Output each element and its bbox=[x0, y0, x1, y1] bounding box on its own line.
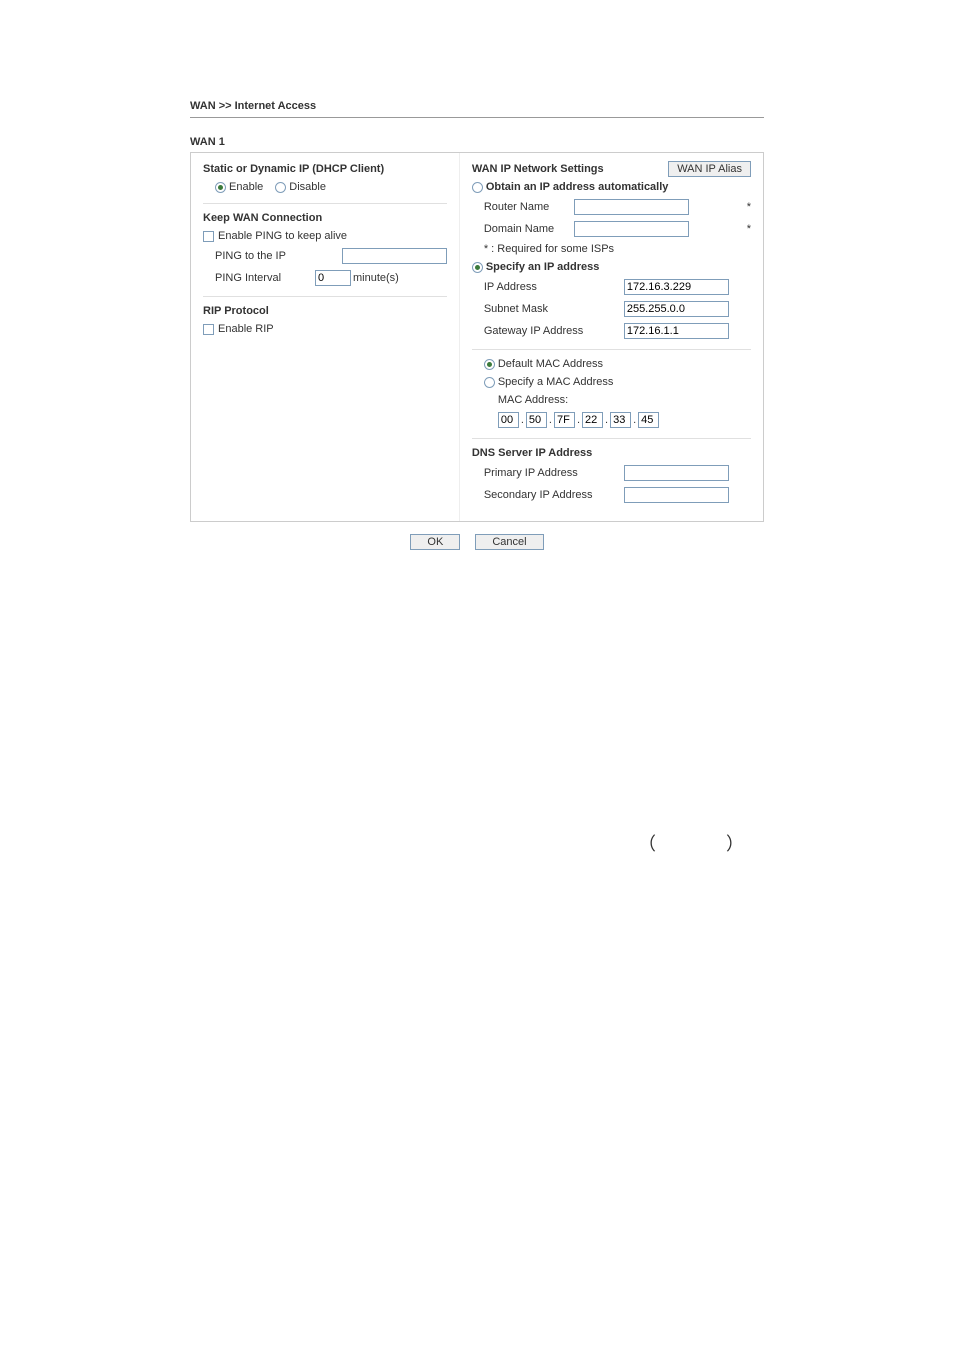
left-column: Static or Dynamic IP (DHCP Client) Enabl… bbox=[191, 153, 460, 521]
separator bbox=[472, 349, 751, 350]
enable-ping-checkbox[interactable] bbox=[203, 231, 214, 242]
enable-ping-label: Enable PING to keep alive bbox=[218, 230, 347, 242]
ping-to-ip-input[interactable] bbox=[342, 248, 447, 264]
separator bbox=[203, 296, 447, 297]
keep-wan-title: Keep WAN Connection bbox=[203, 212, 447, 224]
ping-interval-unit: minute(s) bbox=[353, 272, 399, 284]
close-paren: ） bbox=[726, 834, 744, 854]
enable-rip-checkbox[interactable] bbox=[203, 324, 214, 335]
secondary-dns-input[interactable] bbox=[624, 487, 729, 503]
gateway-label: Gateway IP Address bbox=[484, 325, 624, 337]
ping-interval-label: PING Interval bbox=[215, 272, 315, 284]
mac-address-row: . . . . . bbox=[486, 412, 751, 428]
asterisk: * bbox=[747, 201, 751, 213]
rip-title: RIP Protocol bbox=[203, 305, 447, 317]
obtain-auto-radio[interactable] bbox=[472, 182, 483, 193]
ping-to-ip-label: PING to the IP bbox=[215, 250, 342, 262]
default-mac-label: Default MAC Address bbox=[498, 358, 603, 370]
default-mac-row: Default MAC Address bbox=[472, 358, 751, 370]
wan-ip-header: WAN IP Network Settings WAN IP Alias bbox=[472, 161, 751, 177]
dns-title: DNS Server IP Address bbox=[472, 447, 751, 459]
wan-ip-alias-button[interactable]: WAN IP Alias bbox=[668, 161, 751, 177]
ping-interval-input[interactable] bbox=[315, 270, 351, 286]
enable-ping-row: Enable PING to keep alive bbox=[203, 230, 447, 242]
gateway-input[interactable] bbox=[624, 323, 729, 339]
mac-1[interactable] bbox=[526, 412, 547, 428]
wan-section-title: WAN 1 bbox=[190, 136, 764, 148]
conn-type-title: Static or Dynamic IP (DHCP Client) bbox=[203, 163, 447, 175]
separator bbox=[203, 203, 447, 204]
specify-ip-row: Specify an IP address bbox=[472, 261, 751, 273]
ping-to-ip-row: PING to the IP bbox=[203, 248, 447, 264]
ping-interval-row: PING Interval minute(s) bbox=[203, 270, 447, 286]
separator bbox=[472, 438, 751, 439]
ip-address-row: IP Address bbox=[472, 279, 751, 295]
specify-mac-radio[interactable] bbox=[484, 377, 495, 388]
secondary-dns-label: Secondary IP Address bbox=[484, 489, 624, 501]
open-paren: （ bbox=[638, 834, 656, 854]
mac-2[interactable] bbox=[554, 412, 575, 428]
required-note: * : Required for some ISPs bbox=[472, 243, 751, 255]
wan-ip-title: WAN IP Network Settings bbox=[472, 163, 604, 175]
domain-name-row: Domain Name * bbox=[472, 221, 751, 237]
ip-address-input[interactable] bbox=[624, 279, 729, 295]
enable-rip-row: Enable RIP bbox=[203, 323, 447, 335]
mac-address-label: MAC Address: bbox=[472, 394, 751, 406]
specify-ip-radio[interactable] bbox=[472, 262, 483, 273]
domain-name-input[interactable] bbox=[574, 221, 689, 237]
gateway-row: Gateway IP Address bbox=[472, 323, 751, 339]
subnet-input[interactable] bbox=[624, 301, 729, 317]
ok-button[interactable]: OK bbox=[410, 534, 460, 550]
asterisk: * bbox=[747, 223, 751, 235]
enable-rip-label: Enable RIP bbox=[218, 323, 274, 335]
main-panel: Static or Dynamic IP (DHCP Client) Enabl… bbox=[190, 152, 764, 522]
primary-dns-row: Primary IP Address bbox=[472, 465, 751, 481]
cancel-button[interactable]: Cancel bbox=[475, 534, 543, 550]
specify-mac-label: Specify a MAC Address bbox=[498, 376, 614, 388]
subnet-label: Subnet Mask bbox=[484, 303, 624, 315]
primary-dns-input[interactable] bbox=[624, 465, 729, 481]
enable-disable-row: Enable Disable bbox=[203, 181, 447, 193]
disable-label: Disable bbox=[289, 181, 326, 193]
domain-name-label: Domain Name bbox=[484, 223, 574, 235]
specify-ip-label: Specify an IP address bbox=[486, 261, 600, 273]
disable-radio[interactable] bbox=[275, 182, 286, 193]
button-row: OK Cancel bbox=[190, 534, 764, 550]
subnet-row: Subnet Mask bbox=[472, 301, 751, 317]
default-mac-radio[interactable] bbox=[484, 359, 495, 370]
enable-label: Enable bbox=[229, 181, 263, 193]
mac-3[interactable] bbox=[582, 412, 603, 428]
right-column: WAN IP Network Settings WAN IP Alias Obt… bbox=[460, 153, 763, 521]
paren-block: （ ） bbox=[190, 830, 764, 856]
secondary-dns-row: Secondary IP Address bbox=[472, 487, 751, 503]
router-name-label: Router Name bbox=[484, 201, 574, 213]
breadcrumb: WAN >> Internet Access bbox=[190, 100, 764, 118]
obtain-auto-label: Obtain an IP address automatically bbox=[486, 181, 669, 193]
enable-radio[interactable] bbox=[215, 182, 226, 193]
router-name-input[interactable] bbox=[574, 199, 689, 215]
mac-0[interactable] bbox=[498, 412, 519, 428]
ip-address-label: IP Address bbox=[484, 281, 624, 293]
obtain-auto-row: Obtain an IP address automatically bbox=[472, 181, 751, 193]
mac-4[interactable] bbox=[610, 412, 631, 428]
router-name-row: Router Name * bbox=[472, 199, 751, 215]
specify-mac-row: Specify a MAC Address bbox=[472, 376, 751, 388]
primary-dns-label: Primary IP Address bbox=[484, 467, 624, 479]
mac-5[interactable] bbox=[638, 412, 659, 428]
